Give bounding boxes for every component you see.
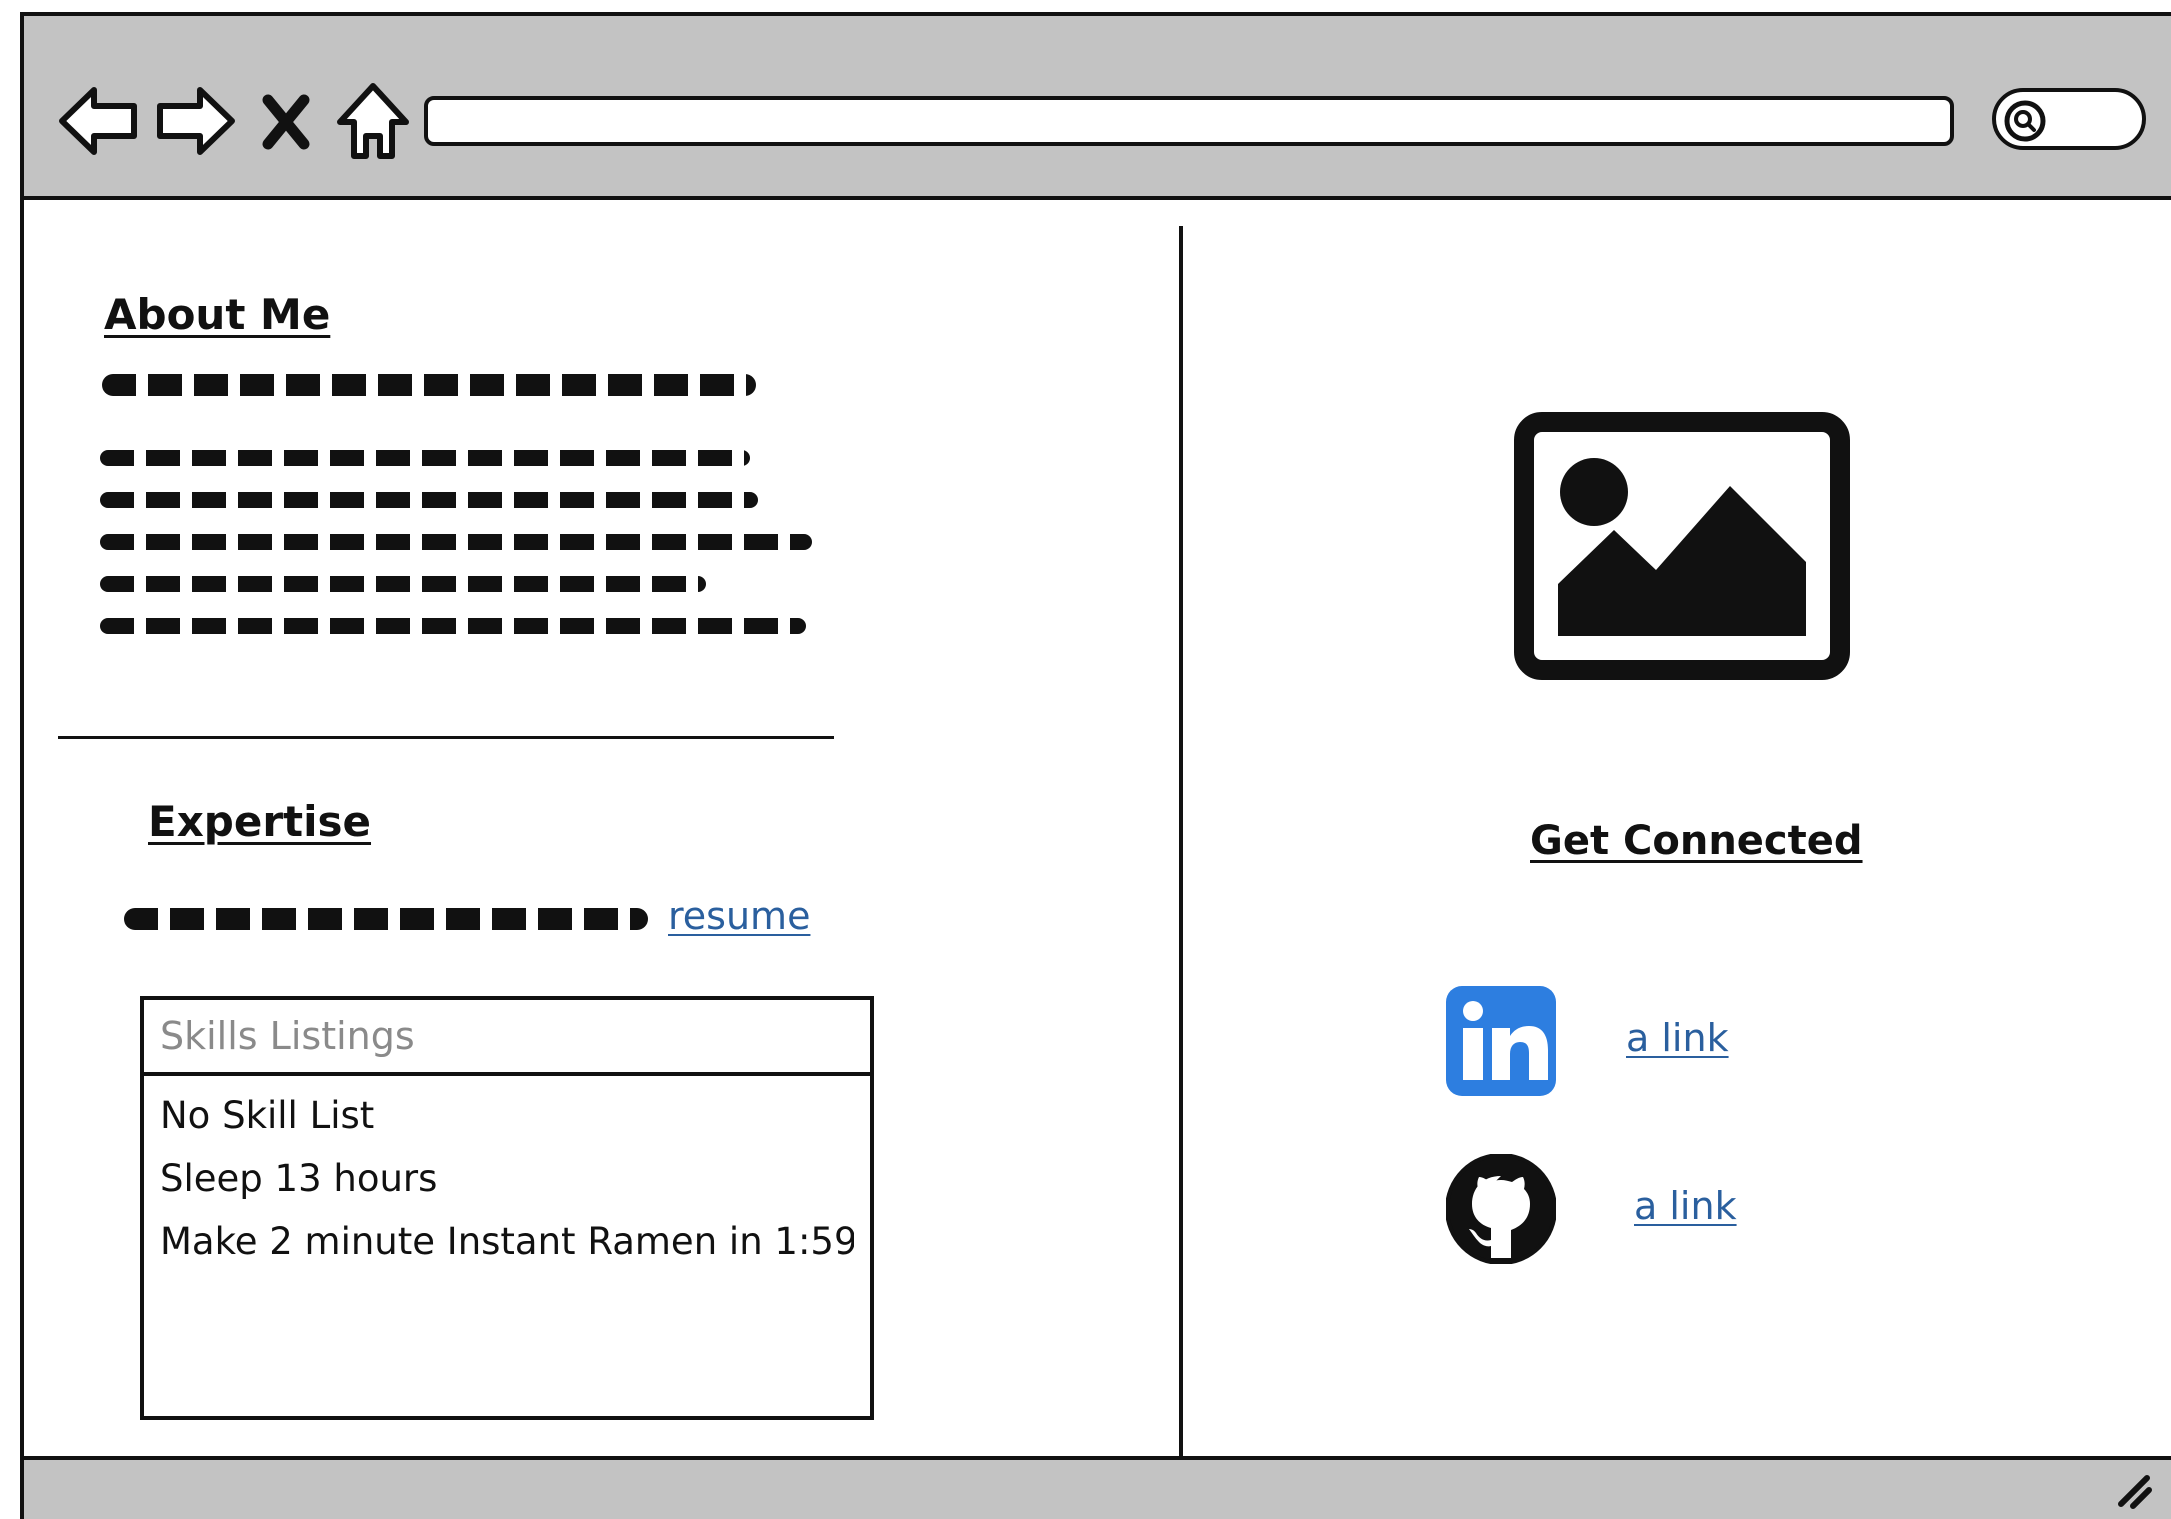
github-link[interactable]: a link [1634, 1184, 1737, 1228]
section-divider [58, 736, 834, 739]
linkedin-icon[interactable] [1446, 986, 1556, 1096]
about-body-scribble [100, 534, 812, 550]
list-item[interactable]: No Skill List [160, 1084, 854, 1147]
about-subtitle-scribble [102, 374, 756, 396]
about-body-scribble [100, 450, 750, 466]
back-arrow-icon[interactable] [56, 78, 142, 164]
about-body-scribble [100, 618, 806, 634]
search-icon [2004, 100, 2046, 142]
expertise-heading: Expertise [148, 797, 372, 846]
column-divider [1179, 226, 1183, 1462]
resize-grip-icon[interactable] [2113, 1470, 2153, 1510]
forward-arrow-icon[interactable] [152, 78, 238, 164]
resume-link[interactable]: resume [668, 894, 810, 938]
linkedin-link[interactable]: a link [1626, 1016, 1729, 1060]
skills-listbox[interactable]: Skills Listings No Skill List Sleep 13 h… [140, 996, 874, 1420]
connect-heading: Get Connected [1530, 818, 1863, 864]
browser-toolbar [20, 12, 2171, 200]
skills-list: No Skill List Sleep 13 hours Make 2 minu… [144, 1076, 870, 1281]
list-item[interactable]: Make 2 minute Instant Ramen in 1:59 [160, 1210, 854, 1273]
github-icon[interactable] [1445, 1153, 1557, 1265]
about-body-scribble [100, 492, 758, 508]
about-body-scribble [100, 576, 706, 592]
expertise-text-scribble [124, 908, 648, 930]
about-heading: About Me [104, 290, 331, 339]
image-icon [1514, 412, 1850, 680]
skills-listbox-header: Skills Listings [144, 1000, 870, 1076]
address-bar[interactable] [424, 96, 1954, 146]
status-bar [20, 1456, 2171, 1519]
list-item[interactable]: Sleep 13 hours [160, 1147, 854, 1210]
search-field[interactable] [1992, 88, 2146, 150]
profile-image-placeholder [1514, 412, 1850, 680]
close-icon[interactable] [256, 78, 316, 164]
home-icon[interactable] [330, 78, 416, 164]
